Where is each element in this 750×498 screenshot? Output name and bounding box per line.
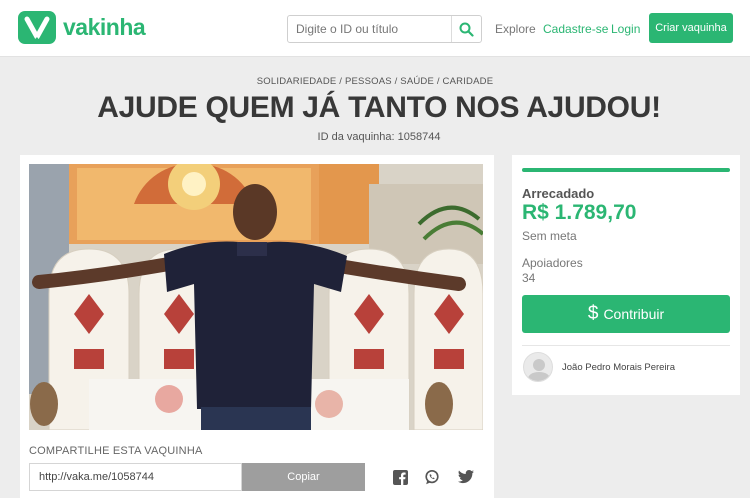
dollar-icon: $ [587,303,599,324]
create-vaquinha-button[interactable]: Criar vaquinha [649,13,733,43]
search-input[interactable] [288,16,448,42]
campaign-media-card: COMPARTILHE ESTA VAQUINHA Copiar [20,155,494,498]
copy-button[interactable]: Copiar [242,463,365,491]
whatsapp-icon[interactable] [423,468,441,486]
raised-amount: R$ 1.789,70 [522,201,637,224]
owner-name[interactable]: João Pedro Morais Pereira [562,362,675,373]
user-icon [527,359,551,381]
campaign-id: ID da vaquinha: 1058744 [317,131,441,143]
logo-mark-icon [18,11,56,44]
divider [522,345,730,346]
nav-explore-link[interactable]: Explore [495,22,536,36]
share-url-input[interactable] [29,463,242,491]
share-label: COMPARTILHE ESTA VAQUINHA [29,445,203,457]
search-icon [459,22,474,37]
contribute-label: Contribuir [603,306,665,322]
raised-label: Arrecadado [522,186,595,201]
supporters-count: 34 [522,271,536,285]
supporters-label: Apoiadores [522,256,583,270]
owner-avatar[interactable] [523,352,553,382]
campaign-photo [29,164,483,430]
search-button[interactable] [451,16,481,42]
progress-bar [522,168,730,172]
twitter-icon[interactable] [457,468,475,486]
logo-text: vakinha [63,14,146,40]
nav-login-link[interactable]: Login [611,22,640,36]
search-box [287,15,482,43]
goal-text: Sem meta [522,229,577,243]
campaign-categories: SOLIDARIEDADE / PESSOAS / SAÚDE / CARIDA… [256,76,494,87]
facebook-icon[interactable] [391,468,409,486]
contribute-button[interactable]: $ Contribuir [522,295,730,333]
top-header: vakinha Explore Cadastre-se Login Criar … [0,0,750,57]
campaign-title: AJUDE QUEM JÁ TANTO NOS AJUDOU! [97,91,661,124]
vakinha-logo[interactable]: vakinha [18,11,146,44]
campaign-stats-card: Arrecadado R$ 1.789,70 Sem meta Apoiador… [512,155,740,395]
nav-signup-link[interactable]: Cadastre-se [543,22,608,36]
